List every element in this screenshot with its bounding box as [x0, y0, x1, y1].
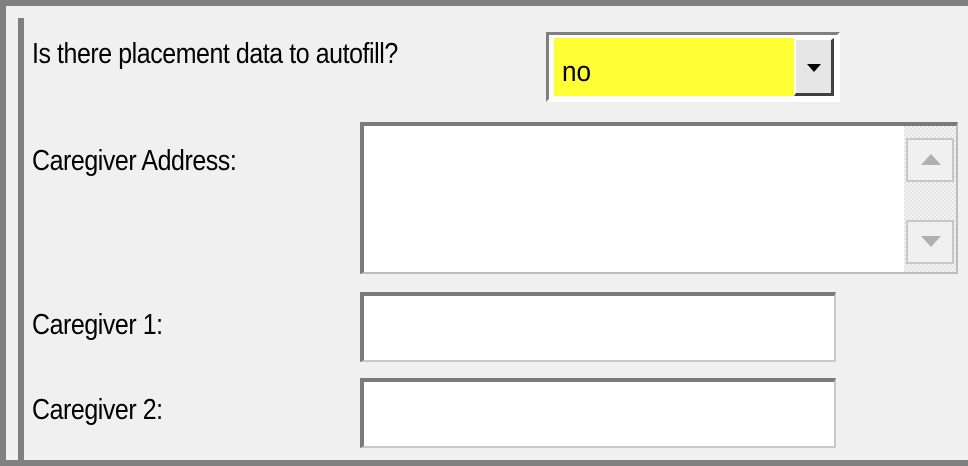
caregiver-address-field[interactable]: [360, 122, 958, 274]
caregiver2-label: Caregiver 2:: [32, 394, 163, 426]
scroll-up-arrow-icon: [921, 154, 941, 165]
caregiver-address-label: Caregiver Address:: [32, 145, 237, 177]
panel-divider: [18, 18, 24, 466]
scroll-up-button[interactable]: [906, 138, 954, 182]
caregiver1-field[interactable]: [360, 292, 836, 362]
autofill-select[interactable]: no: [546, 32, 840, 102]
autofill-dropdown-button[interactable]: [794, 38, 834, 96]
caregiver2-field[interactable]: [360, 378, 836, 448]
caregiver-address-scrollbar[interactable]: [904, 126, 956, 272]
autofill-select-value: no: [562, 56, 592, 88]
autofill-question-label: Is there placement data to autofill?: [32, 38, 398, 70]
chevron-down-icon: [807, 64, 821, 72]
autofill-select-value-field[interactable]: no: [554, 38, 794, 96]
scroll-down-arrow-icon: [921, 236, 941, 247]
caregiver1-label: Caregiver 1:: [32, 309, 163, 341]
scroll-down-button[interactable]: [906, 220, 954, 264]
